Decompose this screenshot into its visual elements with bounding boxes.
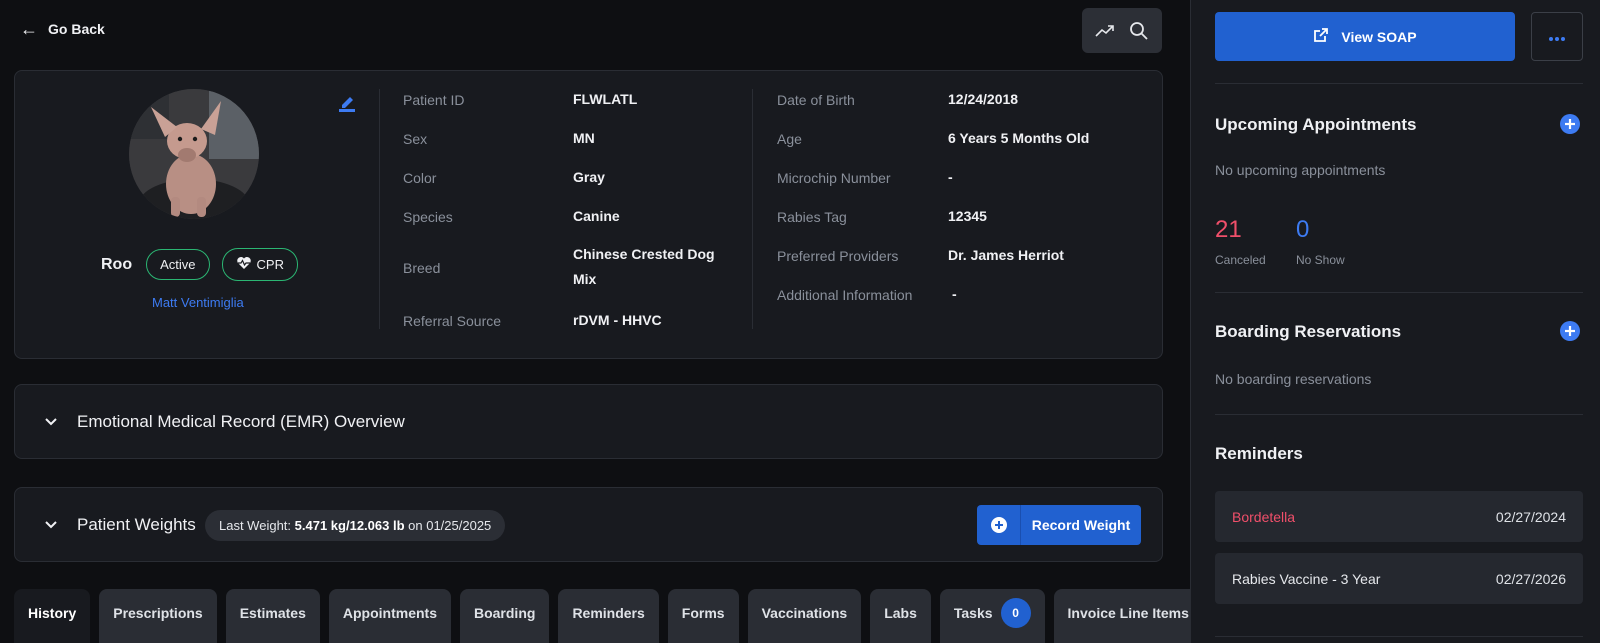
chevron-down-icon[interactable] (43, 414, 59, 430)
patient-avatar (129, 89, 259, 219)
boarding-empty-text: No boarding reservations (1215, 371, 1372, 387)
emr-title: Emotional Medical Record (EMR) Overview (77, 412, 405, 431)
field-label-preferred-providers: Preferred Providers (777, 248, 899, 264)
add-boarding-icon[interactable] (1559, 320, 1581, 342)
last-weight-pill: Last Weight: 5.471 kg/12.063 lb on 01/25… (205, 510, 506, 541)
heart-pulse-icon (236, 256, 252, 273)
field-label-color: Color (403, 170, 437, 186)
field-label-microchip: Microchip Number (777, 170, 891, 186)
patient-profile-card: Roo Active CPR Matt Ventimiglia Patient … (14, 70, 1163, 359)
field-value-breed: Chinese Crested Dog Mix (573, 246, 715, 287)
reminder-date: 02/27/2026 (1495, 570, 1566, 587)
go-back-link[interactable]: ← Go Back (20, 20, 105, 38)
more-options-button[interactable] (1531, 12, 1583, 61)
patient-tabs: History Prescriptions Estimates Appointm… (14, 589, 1203, 643)
go-back-label: Go Back (48, 21, 105, 37)
status-badge: Active (146, 249, 210, 280)
field-label-rabies-tag: Rabies Tag (777, 209, 847, 225)
owner-link[interactable]: Matt Ventimiglia (152, 295, 244, 310)
field-value-referral-source: rDVM - HHVC (573, 312, 662, 328)
reminder-date: 02/27/2024 (1495, 508, 1566, 525)
patient-weights-card: Patient Weights Last Weight: 5.471 kg/12… (14, 487, 1163, 562)
add-appointment-icon[interactable] (1559, 113, 1581, 135)
divider (1215, 83, 1583, 84)
right-sidebar: View SOAP Upcoming Appointments No upcom… (1190, 0, 1600, 643)
edit-patient-icon[interactable] (337, 95, 357, 115)
field-label-referral-source: Referral Source (403, 313, 502, 329)
field-label-additional-info: Additional Information (777, 287, 913, 303)
patient-weights-title: Patient Weights (77, 515, 196, 534)
chevron-down-icon[interactable] (43, 517, 59, 533)
patient-name-row: Roo Active CPR (101, 248, 298, 281)
divider (1215, 414, 1583, 415)
search-icon[interactable] (1126, 18, 1152, 44)
reminder-name: Bordetella (1232, 508, 1296, 525)
divider (1215, 292, 1583, 293)
field-value-age: 6 Years 5 Months Old (948, 130, 1090, 146)
reminder-name: Rabies Vaccine - 3 Year (1232, 570, 1381, 587)
tab-labs[interactable]: Labs (870, 589, 931, 643)
tab-forms[interactable]: Forms (667, 589, 739, 643)
tab-boarding[interactable]: Boarding (459, 589, 550, 643)
field-value-preferred-providers: Dr. James Herriot (948, 247, 1064, 263)
tab-estimates[interactable]: Estimates (225, 589, 320, 643)
field-value-sex: MN (573, 130, 595, 146)
canceled-count: 21 (1215, 216, 1242, 243)
field-label-dob: Date of Birth (777, 92, 855, 108)
field-value-color: Gray (573, 169, 605, 185)
divider (1215, 636, 1583, 637)
emr-overview-card[interactable]: Emotional Medical Record (EMR) Overview (14, 384, 1163, 459)
upcoming-empty-text: No upcoming appointments (1215, 162, 1386, 178)
toolbar-group (1082, 8, 1162, 53)
field-value-additional-info: - (952, 286, 957, 302)
field-value-patient-id: FLWLATL (573, 91, 638, 107)
reminder-item[interactable]: Rabies Vaccine - 3 Year 02/27/2026 (1215, 553, 1583, 604)
reminders-title: Reminders (1215, 444, 1303, 463)
arrow-left-icon: ← (20, 19, 38, 39)
patient-name: Roo (101, 255, 133, 273)
field-label-breed: Breed (403, 260, 441, 276)
field-value-species: Canine (573, 208, 620, 224)
plus-circle-icon (977, 505, 1021, 545)
field-label-patient-id: Patient ID (403, 92, 465, 108)
tab-history[interactable]: History (14, 589, 91, 643)
trend-icon[interactable] (1092, 18, 1118, 44)
field-label-species: Species (403, 209, 453, 225)
tab-tasks[interactable]: Tasks 0 (939, 589, 1045, 643)
no-show-count: 0 (1296, 216, 1310, 243)
canceled-label: Canceled (1215, 253, 1266, 267)
field-label-age: Age (777, 131, 802, 147)
field-label-sex: Sex (403, 131, 428, 147)
upcoming-appointments-title: Upcoming Appointments (1215, 115, 1417, 134)
divider (379, 89, 380, 329)
field-value-rabies-tag: 12345 (948, 208, 987, 224)
view-soap-button[interactable]: View SOAP (1215, 12, 1515, 61)
tasks-count-badge: 0 (1000, 598, 1031, 628)
tab-appointments[interactable]: Appointments (328, 589, 451, 643)
no-show-label: No Show (1296, 253, 1345, 267)
boarding-reservations-title: Boarding Reservations (1215, 322, 1402, 341)
field-value-dob: 12/24/2018 (948, 91, 1019, 107)
divider (752, 89, 753, 329)
field-value-microchip: - (948, 169, 953, 185)
reminder-item[interactable]: Bordetella 02/27/2024 (1215, 491, 1583, 542)
more-horizontal-icon (1548, 29, 1566, 45)
tab-reminders[interactable]: Reminders (558, 589, 659, 643)
cpr-badge: CPR (221, 248, 298, 281)
tab-prescriptions[interactable]: Prescriptions (99, 589, 217, 643)
tab-vaccinations[interactable]: Vaccinations (747, 589, 862, 643)
external-link-icon (1313, 27, 1329, 46)
tab-invoice-line-items[interactable]: Invoice Line Items (1053, 589, 1203, 643)
record-weight-button[interactable]: Record Weight (977, 505, 1141, 545)
